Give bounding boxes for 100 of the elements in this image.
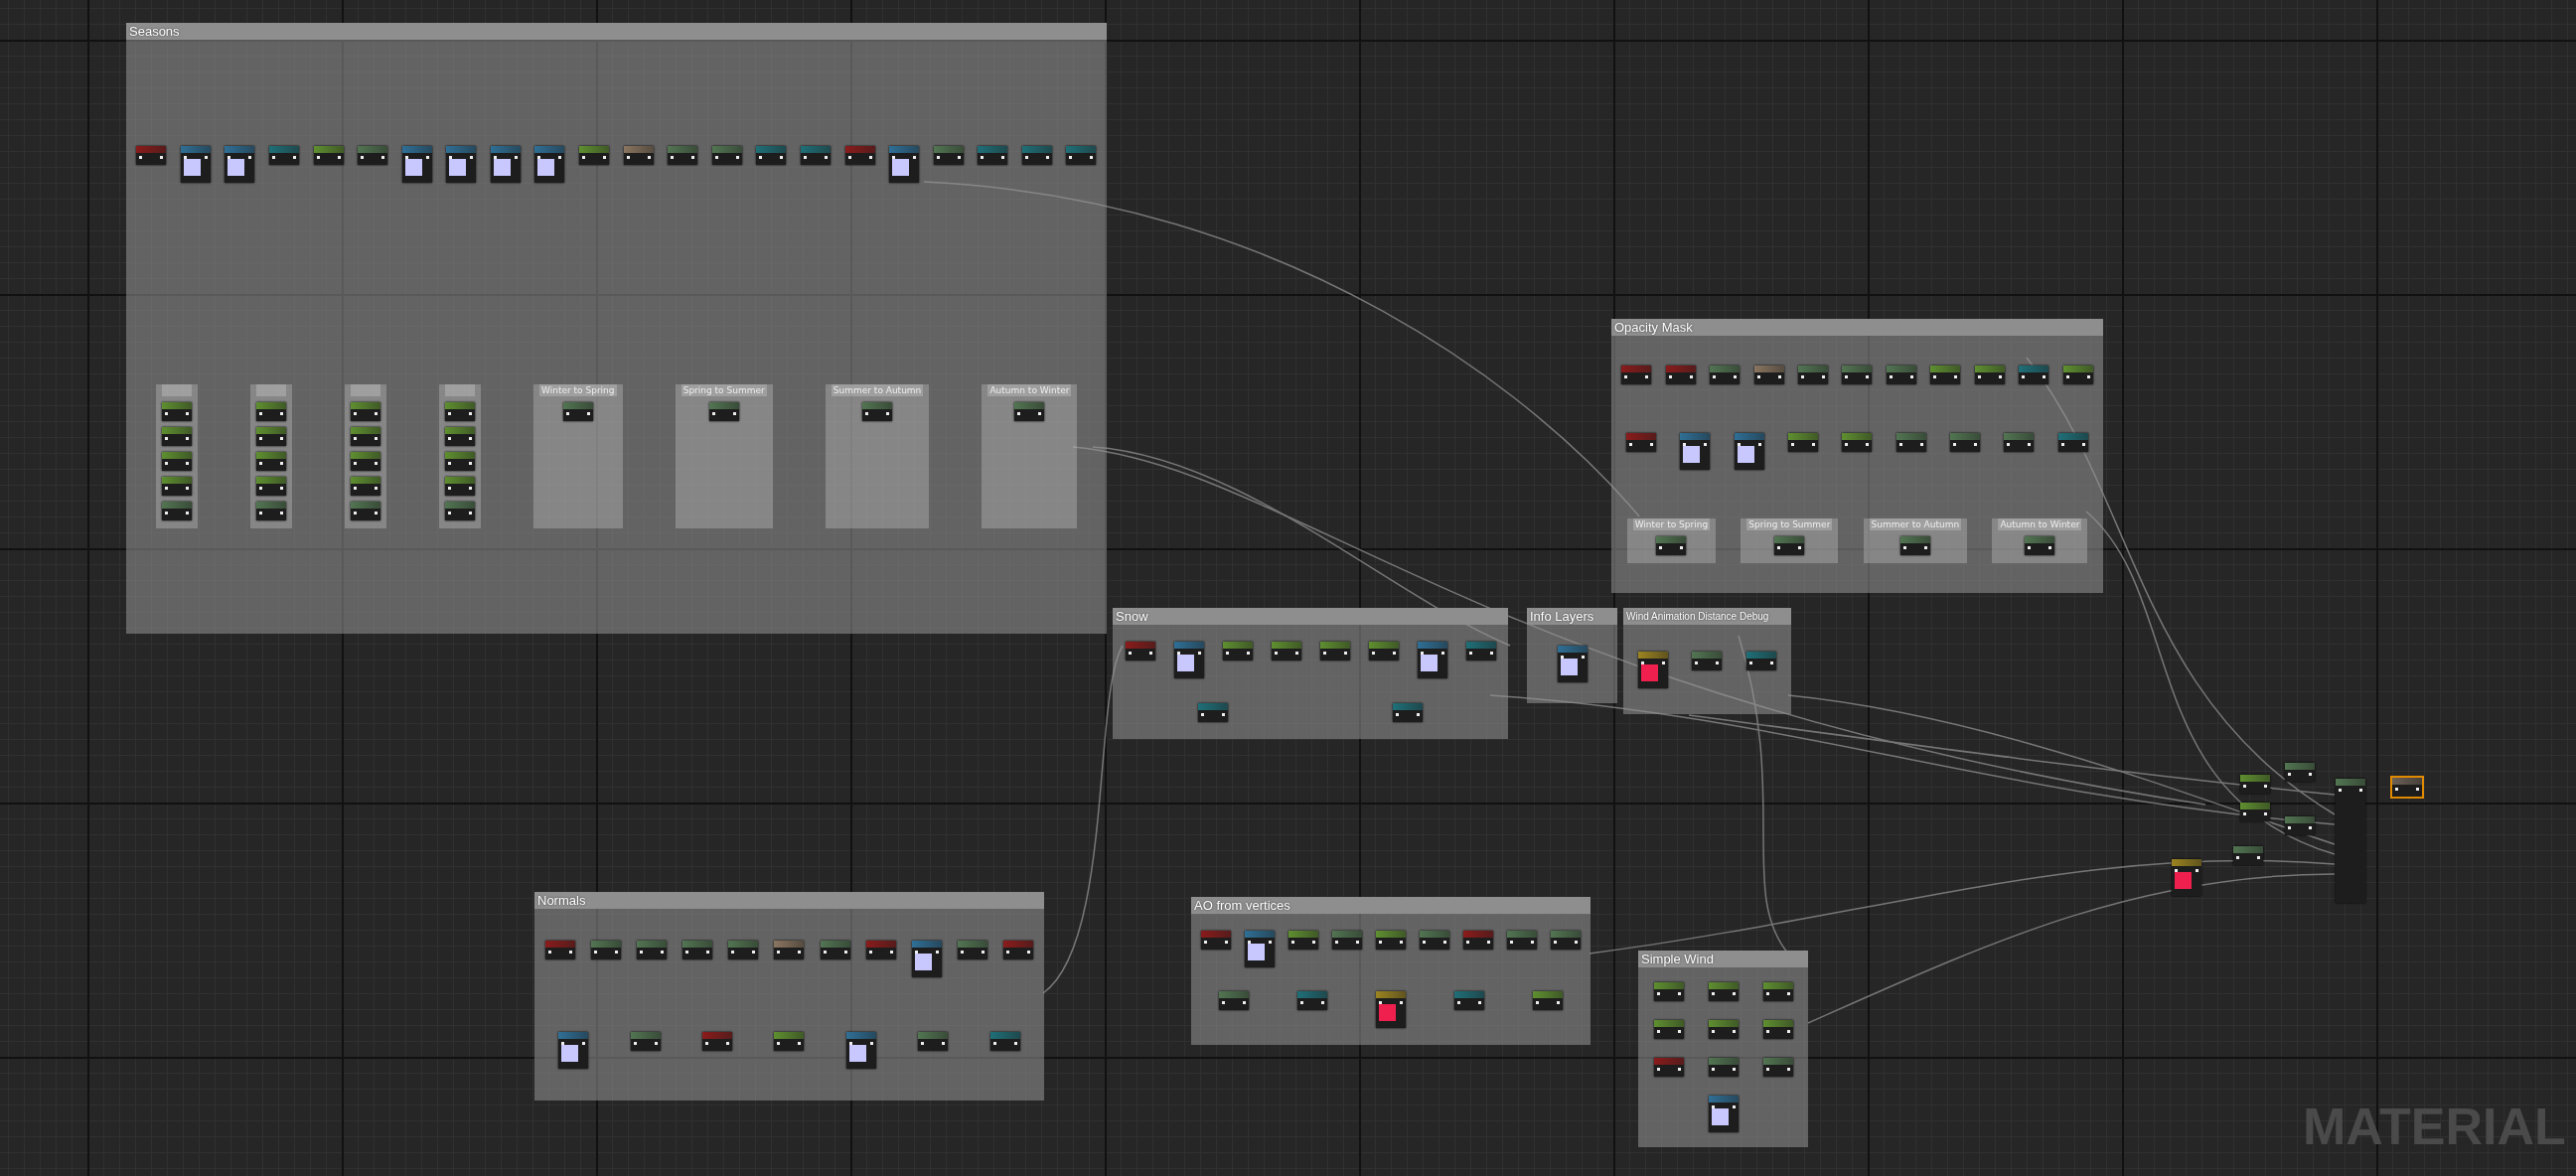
graph-node[interactable] [446, 145, 477, 183]
graph-node[interactable] [1557, 646, 1588, 682]
graph-node[interactable] [668, 145, 698, 165]
graph-node[interactable] [1734, 433, 1764, 470]
graph-node[interactable] [1393, 702, 1423, 722]
graph-node[interactable] [161, 501, 192, 520]
graph-node[interactable] [161, 426, 192, 446]
graph-node[interactable] [1245, 931, 1275, 967]
graph-node[interactable] [1420, 931, 1449, 950]
graph-node[interactable] [1551, 931, 1581, 950]
graph-node[interactable] [1376, 931, 1406, 950]
graph-node[interactable] [844, 145, 875, 165]
graph-node[interactable] [1762, 1058, 1793, 1078]
graph-node[interactable] [1125, 642, 1155, 662]
graph-node[interactable] [2336, 779, 2365, 903]
graph-node[interactable] [350, 501, 380, 520]
graph-node[interactable] [1745, 651, 1776, 670]
graph-node[interactable] [1222, 642, 1253, 662]
graph-node[interactable] [1762, 1019, 1793, 1039]
graph-node[interactable] [918, 1031, 949, 1051]
graph-node[interactable] [1710, 365, 1741, 384]
graph-node[interactable] [2172, 859, 2201, 896]
graph-node[interactable] [800, 145, 831, 165]
graph-node[interactable] [978, 145, 1008, 165]
graph-node[interactable] [2285, 763, 2315, 782]
graph-node[interactable] [933, 145, 964, 165]
graph-node[interactable] [1753, 365, 1784, 384]
graph-node[interactable] [1066, 145, 1097, 165]
graph-node[interactable] [591, 941, 622, 960]
graph-node[interactable] [1198, 702, 1228, 722]
graph-node[interactable] [708, 401, 739, 421]
graph-node[interactable] [1002, 941, 1033, 960]
graph-node[interactable] [1798, 365, 1829, 384]
graph-node[interactable] [1533, 991, 1564, 1010]
graph-node[interactable] [313, 145, 344, 165]
graph-node[interactable] [1708, 981, 1739, 1001]
graph-node[interactable] [623, 145, 654, 165]
graph-node[interactable] [1201, 931, 1231, 950]
graph-node[interactable] [1271, 642, 1301, 662]
graph-node[interactable] [1895, 433, 1926, 452]
graph-node[interactable] [1288, 931, 1318, 950]
graph-node[interactable] [2285, 816, 2315, 835]
graph-node[interactable] [1842, 365, 1873, 384]
graph-node[interactable] [2004, 433, 2035, 452]
graph-node[interactable] [444, 476, 475, 496]
graph-node[interactable] [1368, 642, 1399, 662]
graph-node[interactable] [1692, 651, 1723, 670]
graph-node[interactable] [350, 401, 380, 421]
graph-node[interactable] [350, 476, 380, 496]
graph-node[interactable] [702, 1031, 733, 1051]
graph-node[interactable] [774, 941, 805, 960]
graph-node[interactable] [1218, 991, 1249, 1010]
graph-node[interactable] [444, 501, 475, 520]
graph-node[interactable] [2025, 536, 2055, 556]
graph-node[interactable] [1708, 1058, 1739, 1078]
graph-node[interactable] [161, 476, 192, 496]
graph-node[interactable] [1463, 931, 1493, 950]
graph-node[interactable] [350, 426, 380, 446]
graph-node[interactable] [1653, 1019, 1684, 1039]
graph-node[interactable] [1332, 931, 1362, 950]
graph-node[interactable] [637, 941, 668, 960]
graph-node[interactable] [444, 401, 475, 421]
graph-node[interactable] [490, 145, 521, 183]
graph-node[interactable] [161, 451, 192, 471]
graph-node[interactable] [1974, 365, 2005, 384]
graph-node[interactable] [957, 941, 987, 960]
graph-node[interactable] [358, 145, 388, 165]
graph-node[interactable] [1708, 1019, 1739, 1039]
graph-node[interactable] [255, 401, 286, 421]
graph-node[interactable] [2019, 365, 2049, 384]
graph-node[interactable] [911, 941, 942, 978]
graph-node[interactable] [444, 451, 475, 471]
graph-node[interactable] [255, 476, 286, 496]
graph-node[interactable] [1296, 991, 1327, 1010]
graph-node[interactable] [820, 941, 850, 960]
graph-node[interactable] [255, 426, 286, 446]
graph-node[interactable] [1626, 433, 1657, 452]
graph-node[interactable] [1454, 991, 1485, 1010]
graph-node[interactable] [579, 145, 610, 165]
graph-node[interactable] [1886, 365, 1916, 384]
graph-node[interactable] [136, 145, 167, 165]
graph-node[interactable] [756, 145, 787, 165]
graph-node[interactable] [269, 145, 299, 165]
graph-node[interactable] [1507, 931, 1537, 950]
graph-node[interactable] [1014, 401, 1045, 421]
graph-node[interactable] [728, 941, 759, 960]
graph-node[interactable] [1465, 642, 1496, 662]
graph-node[interactable] [401, 145, 432, 183]
graph-node[interactable] [1680, 433, 1711, 470]
graph-node[interactable] [545, 941, 576, 960]
graph-node[interactable] [1762, 981, 1793, 1001]
graph-node[interactable] [2062, 365, 2093, 384]
graph-node[interactable] [1665, 365, 1696, 384]
graph-node[interactable] [1656, 536, 1687, 556]
graph-node[interactable] [682, 941, 713, 960]
graph-node[interactable] [2240, 775, 2270, 794]
graph-node[interactable] [1653, 1058, 1684, 1078]
graph-node[interactable] [2057, 433, 2088, 452]
graph-node[interactable] [2240, 803, 2270, 821]
graph-node[interactable] [558, 1031, 589, 1069]
